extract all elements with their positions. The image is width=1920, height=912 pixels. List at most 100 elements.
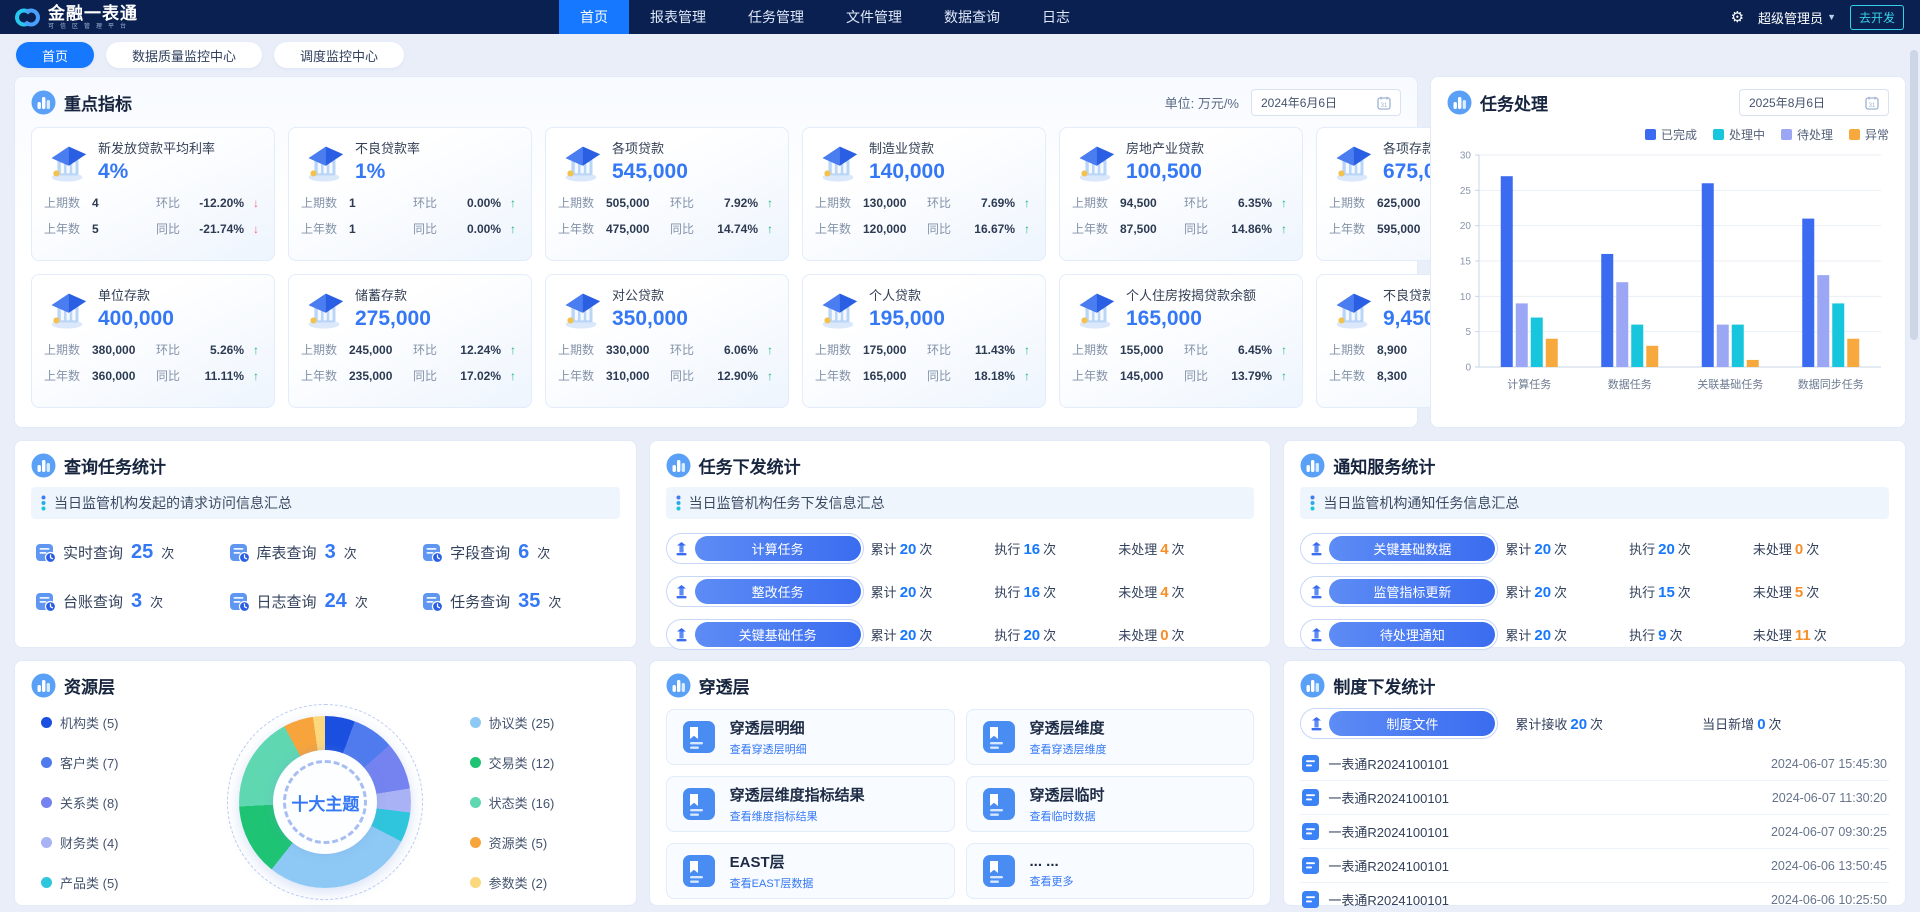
- mom-label: 环比: [156, 194, 186, 211]
- nav-item[interactable]: 任务管理: [727, 0, 825, 34]
- policy-file-row[interactable]: 一表通R2024100101 2024-06-07 15:45:30: [1300, 747, 1889, 781]
- penetration-card[interactable]: 穿透层明细 查看穿透层明细: [666, 709, 955, 765]
- panel-title: 穿透层: [699, 673, 750, 698]
- yoy-label: 同比: [413, 220, 443, 237]
- task-pill-label[interactable]: 关键基础数据: [1329, 536, 1495, 561]
- penetration-title: 穿透层临时: [1030, 784, 1105, 805]
- penetration-link[interactable]: 查看穿透层明细: [730, 741, 807, 757]
- donut-legend-item[interactable]: 交易类 (12): [470, 753, 610, 772]
- yoy-label: 同比: [670, 367, 700, 384]
- task-stat-row: 关键基础任务 累计20次 执行20次 未处理0次: [666, 619, 1255, 650]
- kpi-value: 545,000: [612, 160, 688, 184]
- task-pill-label[interactable]: 监管指标更新: [1329, 579, 1495, 604]
- kpi-name: 单位存款: [98, 285, 174, 304]
- penetration-link[interactable]: 查看EAST层数据: [730, 875, 814, 891]
- penetration-card[interactable]: ... ... 查看更多: [966, 843, 1255, 899]
- trend-arrow-icon: ↑: [507, 196, 519, 210]
- task-pill-label[interactable]: 整改任务: [695, 579, 861, 604]
- donut-legend-item[interactable]: 状态类 (16): [470, 793, 610, 812]
- prev-label: 上期数: [1329, 194, 1371, 211]
- penetration-card[interactable]: 穿透层临时 查看临时数据: [966, 776, 1255, 832]
- donut-legend-item[interactable]: 产品类 (5): [41, 873, 181, 892]
- task-pill[interactable]: 关键基础数据: [1300, 533, 1498, 564]
- query-unit: 次: [355, 592, 368, 611]
- trend-arrow-icon: ↑: [1021, 196, 1033, 210]
- task-pill-label[interactable]: 关键基础任务: [695, 622, 861, 647]
- task-pill-label[interactable]: 计算任务: [695, 536, 861, 561]
- legend-item[interactable]: 处理中: [1713, 126, 1765, 143]
- penetration-card[interactable]: 穿透层维度 查看穿透层维度: [966, 709, 1255, 765]
- query-label: 字段查询: [450, 542, 510, 563]
- pending-stat: 未处理0次: [1118, 625, 1254, 644]
- prev-label: 上期数: [815, 341, 857, 358]
- donut-legend-item[interactable]: 参数类 (2): [470, 873, 610, 892]
- policy-file-row[interactable]: 一表通R2024100101 2024-06-06 13:50:45: [1300, 849, 1889, 883]
- policy-pill[interactable]: 制度文件: [1300, 708, 1498, 739]
- svg-text:25: 25: [1460, 186, 1472, 197]
- nav-item[interactable]: 数据查询: [923, 0, 1021, 34]
- legend-item[interactable]: 已完成: [1645, 126, 1697, 143]
- task-pill[interactable]: 待处理通知: [1300, 619, 1498, 650]
- query-stat-item: 台账查询 3 次: [35, 590, 229, 613]
- nav-item[interactable]: 日志: [1021, 0, 1091, 34]
- task-pill[interactable]: 整改任务: [666, 576, 864, 607]
- total-stat: 累计20次: [1505, 582, 1629, 601]
- workspace-tab[interactable]: 数据质量监控中心: [106, 42, 262, 68]
- donut-legend-item[interactable]: 关系类 (8): [41, 793, 181, 812]
- settings-gear-icon[interactable]: ⚙: [1731, 8, 1744, 26]
- prev-year-label: 上年数: [558, 220, 600, 237]
- nav-item[interactable]: 首页: [559, 0, 629, 34]
- donut-legend-item[interactable]: 机构类 (5): [41, 713, 181, 732]
- legend-item[interactable]: 异常: [1849, 126, 1889, 143]
- donut-legend-item[interactable]: 协议类 (25): [470, 713, 610, 732]
- penetration-link[interactable]: 查看穿透层维度: [1030, 741, 1107, 757]
- policy-file-row[interactable]: 一表通R2024100101 2024-06-07 11:30:20: [1300, 781, 1889, 815]
- kpi-card: 个人住房按揭贷款余额 165,000 上期数 155,000 环比 6.45% …: [1059, 274, 1303, 408]
- dots-icon: [1310, 495, 1315, 511]
- workspace-tab[interactable]: 调度监控中心: [274, 42, 404, 68]
- workspace-tab[interactable]: 首页: [16, 42, 94, 68]
- penetration-card[interactable]: EAST层 查看EAST层数据: [666, 843, 955, 899]
- pending-stat: 未处理5次: [1753, 582, 1889, 601]
- app-subtitle: 可信区管理平台: [48, 24, 138, 30]
- donut-legend-item[interactable]: 财务类 (4): [41, 833, 181, 852]
- prev-year-value: 145,000: [1120, 369, 1178, 383]
- user-menu[interactable]: 超级管理员 ▼: [1758, 8, 1836, 27]
- page-scrollbar[interactable]: [1910, 50, 1918, 902]
- yoy-label: 同比: [1184, 220, 1214, 237]
- penetration-title: EAST层: [730, 851, 814, 872]
- penetration-link[interactable]: 查看维度指标结果: [730, 808, 865, 824]
- panel-title: 资源层: [64, 673, 115, 698]
- panel-title: 通知服务统计: [1333, 453, 1435, 478]
- task-stat-row: 监管指标更新 累计20次 执行15次 未处理5次: [1300, 576, 1889, 607]
- policy-file-row[interactable]: 一表通R2024100101 2024-06-07 09:30:25: [1300, 815, 1889, 849]
- task-pill[interactable]: 计算任务: [666, 533, 864, 564]
- legend-item[interactable]: 待处理: [1781, 126, 1833, 143]
- task-pill[interactable]: 关键基础任务: [666, 619, 864, 650]
- donut-chart[interactable]: 十大主题: [239, 716, 411, 888]
- donut-legend-item[interactable]: 客户类 (7): [41, 753, 181, 772]
- policy-file-row[interactable]: 一表通R2024100101 2024-06-06 10:25:50: [1300, 883, 1889, 912]
- go-develop-button[interactable]: 去开发: [1850, 5, 1904, 30]
- date-picker[interactable]: 2025年8月6日 31: [1739, 89, 1889, 116]
- kpi-prev-row: 上期数 130,000 环比 7.69% ↑: [815, 194, 1033, 211]
- penetration-link[interactable]: 查看更多: [1030, 873, 1074, 889]
- exec-stat: 执行20次: [994, 625, 1118, 644]
- mom-label: 环比: [927, 341, 957, 358]
- kpi-year-row: 上年数 1 同比 0.00% ↑: [301, 220, 519, 237]
- date-picker[interactable]: 2024年6月6日 31: [1251, 89, 1401, 116]
- query-count: 24: [325, 590, 347, 613]
- nav-item[interactable]: 报表管理: [629, 0, 727, 34]
- policy-pill-label[interactable]: 制度文件: [1329, 711, 1495, 736]
- document-icon: [1302, 823, 1319, 840]
- penetration-link[interactable]: 查看临时数据: [1030, 808, 1105, 824]
- task-pill[interactable]: 监管指标更新: [1300, 576, 1498, 607]
- kpi-prev-row: 上期数 245,000 环比 12.24% ↑: [301, 341, 519, 358]
- penetration-card[interactable]: 穿透层维度指标结果 查看维度指标结果: [666, 776, 955, 832]
- scrollbar-thumb[interactable]: [1910, 50, 1918, 340]
- nav-item[interactable]: 文件管理: [825, 0, 923, 34]
- donut-legend-item[interactable]: 资源类 (5): [470, 833, 610, 852]
- task-pill-label[interactable]: 待处理通知: [1329, 622, 1495, 647]
- mom-value: 6.06%: [706, 343, 758, 357]
- prev-value: 505,000: [606, 196, 664, 210]
